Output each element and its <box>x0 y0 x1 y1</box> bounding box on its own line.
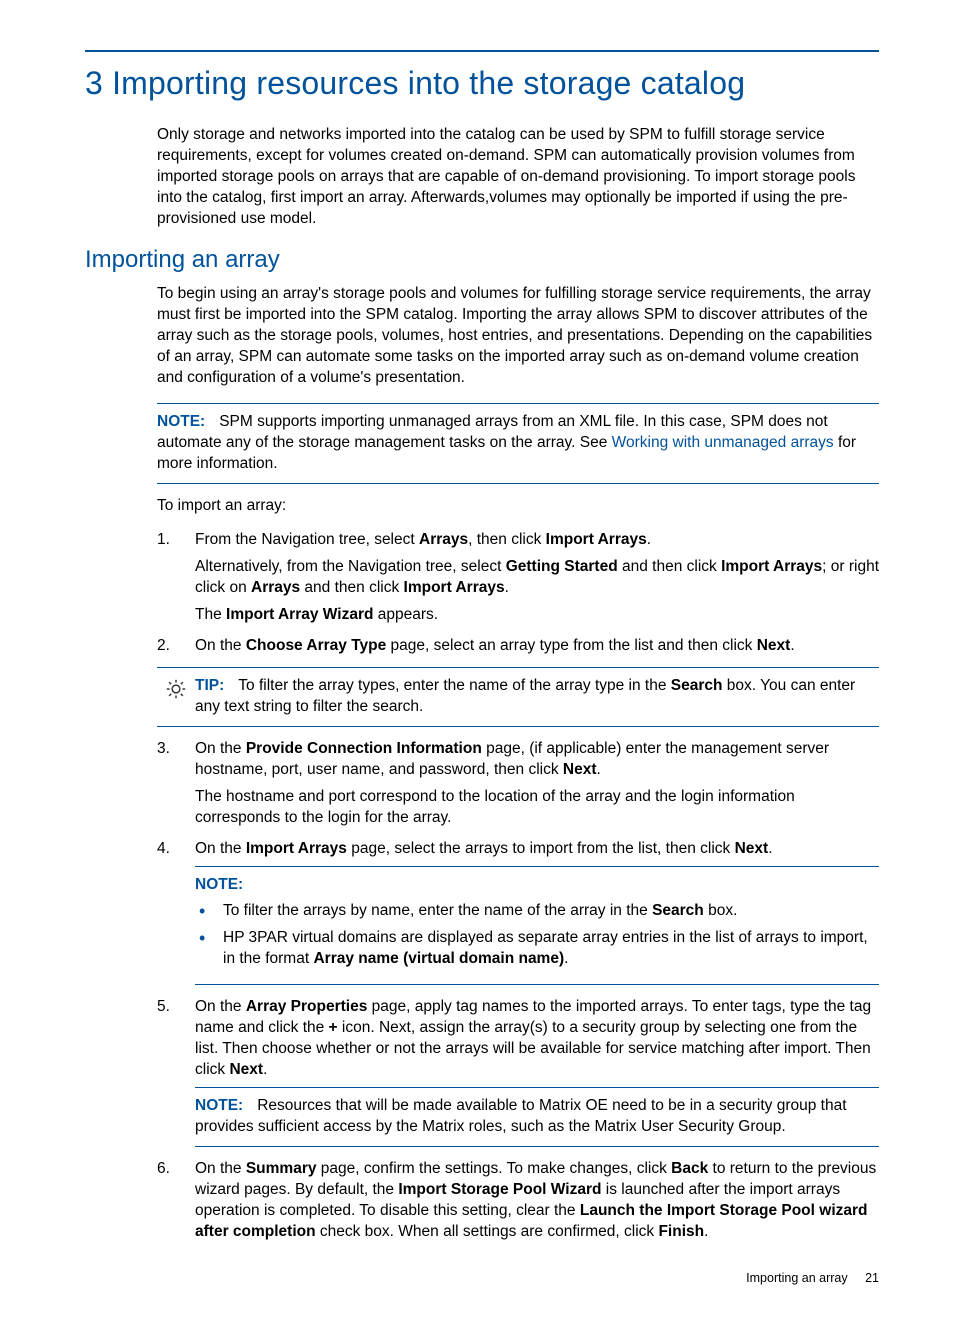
lead-in: To import an array: <box>157 496 879 517</box>
section-intro: To begin using an array's storage pools … <box>157 284 879 389</box>
tip-icon <box>157 676 195 718</box>
step-1-alt: Alternatively, from the Navigation tree,… <box>195 557 879 599</box>
step-2: On the Choose Array Type page, select an… <box>157 636 879 657</box>
chapter-title: Importing resources into the storage cat… <box>112 65 745 101</box>
step-5: On the Array Properties page, apply tag … <box>157 997 879 1147</box>
bullet-3par: HP 3PAR virtual domains are displayed as… <box>223 928 879 970</box>
tip-body: TIP:To filter the array types, enter the… <box>195 676 879 718</box>
note-label: NOTE: <box>157 413 205 430</box>
step-4-note: NOTE: To filter the arrays by name, ente… <box>195 866 879 986</box>
section-heading: Importing an array <box>85 244 879 276</box>
step-6: On the Summary page, confirm the setting… <box>157 1159 879 1243</box>
page-footer: Importing an array 21 <box>85 1270 879 1287</box>
link-unmanaged-arrays[interactable]: Working with unmanaged arrays <box>612 434 834 451</box>
step-5-note: NOTE:Resources that will be made availab… <box>195 1087 879 1147</box>
step-3: On the Provide Connection Information pa… <box>157 739 879 829</box>
step-3-sub: The hostname and port correspond to the … <box>195 787 879 829</box>
tip-label: TIP: <box>195 677 224 694</box>
bullet-filter: To filter the arrays by name, enter the … <box>223 901 879 922</box>
steps-list-cont: On the Provide Connection Information pa… <box>157 739 879 1243</box>
chapter-heading: 3 Importing resources into the storage c… <box>85 62 879 105</box>
step-1-result: The Import Array Wizard appears. <box>195 605 879 626</box>
note-label: NOTE: <box>195 1097 243 1114</box>
note-unmanaged: NOTE:SPM supports importing unmanaged ar… <box>157 403 879 484</box>
page-number: 21 <box>865 1271 879 1285</box>
chapter-intro: Only storage and networks imported into … <box>157 125 879 230</box>
step-1: From the Navigation tree, select Arrays,… <box>157 530 879 626</box>
chapter-number: 3 <box>85 65 103 101</box>
note-text: Resources that will be made available to… <box>195 1097 847 1135</box>
step-4: On the Import Arrays page, select the ar… <box>157 839 879 986</box>
footer-section: Importing an array <box>746 1271 847 1285</box>
top-rule <box>85 50 879 52</box>
steps-list: From the Navigation tree, select Arrays,… <box>157 530 879 657</box>
tip-box: TIP:To filter the array types, enter the… <box>157 667 879 727</box>
note-label: NOTE: <box>195 875 865 896</box>
